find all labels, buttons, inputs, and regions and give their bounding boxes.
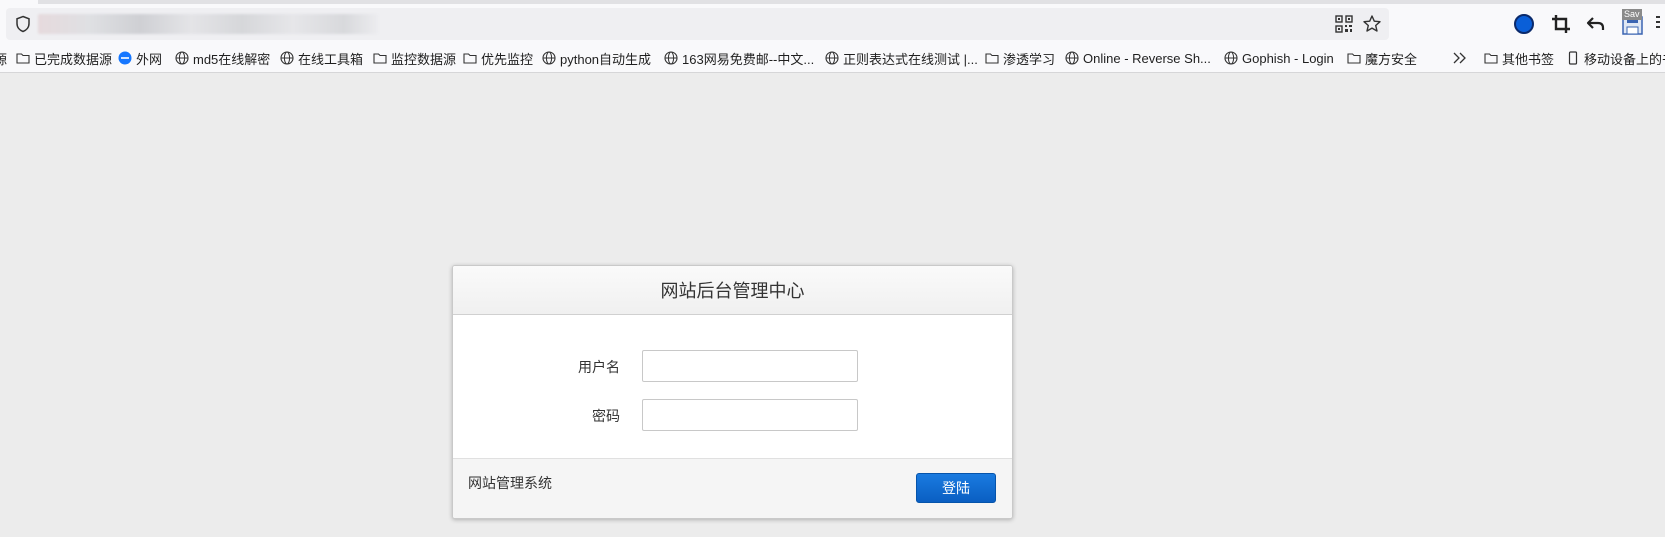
bookmark-item[interactable]: 监控数据源 — [373, 48, 456, 68]
profile-circle-icon[interactable] — [1512, 12, 1536, 36]
bookmark-item[interactable]: 移动设备上的书 — [1566, 48, 1665, 68]
globe-icon — [542, 51, 556, 65]
extension-badge: Sav — [1622, 9, 1642, 20]
url-text[interactable] — [38, 14, 378, 34]
globe-icon — [1065, 51, 1079, 65]
globe-icon — [280, 51, 294, 65]
bookmarks-bar: 源 已完成数据源 外网 md5在线解密 在线工具箱 监控数据源 优先监控 pyt… — [0, 46, 1665, 70]
globe-icon — [664, 51, 678, 65]
browser-chrome: Sav 源 已完成数据源 外网 md5在线解密 在线工具箱 监控数据源 优先监控… — [0, 0, 1665, 73]
password-row: 密码 — [453, 399, 1012, 433]
globe-icon — [825, 51, 839, 65]
bookmark-item[interactable]: Gophish - Login — [1224, 48, 1334, 68]
password-label: 密码 — [592, 408, 620, 424]
password-input[interactable] — [642, 399, 858, 431]
login-button[interactable]: 登陆 — [916, 473, 996, 503]
bookmark-item[interactable]: 163网易免费邮--中文... — [664, 48, 814, 68]
bookmark-item[interactable]: 渗透学习 — [985, 48, 1055, 68]
site-favicon — [118, 51, 132, 65]
bookmarks-overflow-button[interactable] — [1452, 48, 1468, 68]
bookmark-item[interactable]: 魔方安全 — [1347, 48, 1417, 68]
undo-icon[interactable] — [1584, 12, 1608, 36]
bookmark-item[interactable]: md5在线解密 — [175, 48, 270, 68]
bookmark-item[interactable]: 正则表达式在线测试 |... — [825, 48, 978, 68]
folder-icon — [1347, 53, 1361, 64]
footer-system-name: 网站管理系统 — [468, 475, 552, 491]
folder-icon — [1484, 53, 1498, 64]
bookmark-star-icon[interactable] — [1362, 14, 1382, 34]
username-input[interactable] — [642, 350, 858, 382]
login-title: 网站后台管理中心 — [453, 266, 1012, 315]
bookmark-item[interactable]: 其他书签 — [1484, 48, 1554, 68]
mobile-icon — [1568, 51, 1578, 65]
shield-icon[interactable] — [14, 15, 32, 33]
double-chevron-right-icon — [1453, 52, 1466, 64]
save-extension-icon[interactable]: Sav — [1620, 9, 1646, 37]
username-label: 用户名 — [578, 359, 620, 375]
active-tab-edge[interactable] — [0, 0, 38, 4]
folder-icon — [985, 53, 999, 64]
qr-code-icon[interactable] — [1335, 15, 1353, 33]
bookmark-partial[interactable]: 源 — [0, 48, 7, 68]
username-row: 用户名 — [453, 350, 1012, 384]
folder-icon — [16, 53, 30, 64]
tab-strip — [0, 0, 1665, 4]
folder-icon — [463, 53, 477, 64]
folder-icon — [373, 53, 387, 64]
globe-icon — [1224, 51, 1238, 65]
bookmark-item[interactable]: 外网 — [118, 48, 162, 68]
login-footer: 网站管理系统 登陆 — [453, 458, 1012, 518]
address-bar[interactable] — [6, 8, 1389, 40]
bookmark-item[interactable]: python自动生成 — [542, 48, 651, 68]
login-panel: 网站后台管理中心 用户名 密码 网站管理系统 登陆 — [452, 265, 1013, 519]
bookmark-item[interactable]: 已完成数据源 — [16, 48, 112, 68]
crop-icon[interactable] — [1549, 12, 1573, 36]
bookmark-item[interactable]: Online - Reverse Sh... — [1065, 48, 1211, 68]
globe-icon — [175, 51, 189, 65]
bookmark-item[interactable]: 优先监控 — [463, 48, 533, 68]
menu-overflow-icon[interactable] — [1656, 16, 1662, 32]
bookmark-item[interactable]: 在线工具箱 — [280, 48, 363, 68]
